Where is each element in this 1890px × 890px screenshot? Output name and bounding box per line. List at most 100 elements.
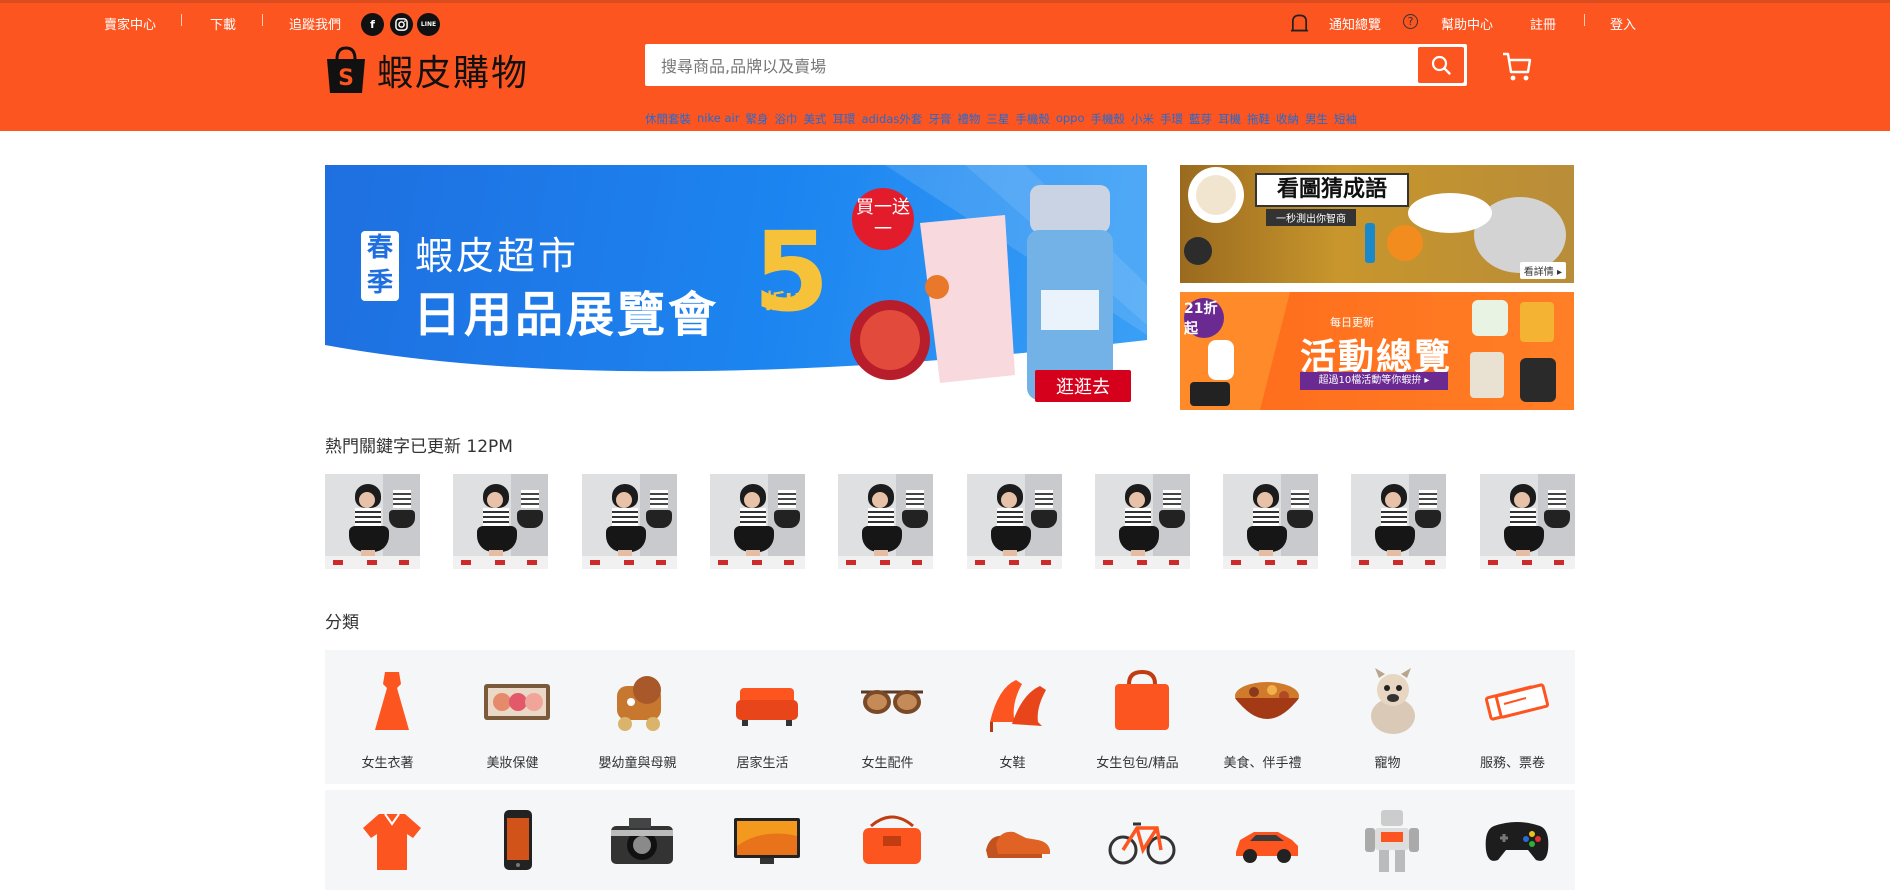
category-item[interactable]: 女生包包/精品: [1075, 650, 1200, 784]
keyword-thumbnail[interactable]: [453, 474, 549, 569]
category-label: 寵物: [1374, 756, 1401, 771]
side-banner-quiz[interactable]: 看圖猜成語 一秒測出你智商 看詳情 ▸: [1180, 165, 1574, 283]
category-item[interactable]: 美食、伴手禮: [1200, 650, 1325, 784]
hot-search-word[interactable]: 手機殼: [1015, 111, 1050, 127]
login-link[interactable]: 登入: [1610, 14, 1636, 33]
carousel-dot[interactable]: [719, 378, 755, 381]
events-discount-badge: 21折起: [1184, 298, 1224, 338]
category-item[interactable]: [1450, 790, 1575, 890]
category-item[interactable]: 寵物: [1325, 650, 1450, 784]
hot-search-word[interactable]: 男生: [1305, 111, 1328, 127]
side-banner-events[interactable]: 21折起 每日更新 活動總覽 超過10檔活動等你蝦拚 ▸: [1180, 292, 1574, 410]
cart-icon[interactable]: [1502, 51, 1532, 83]
notification-bell-icon[interactable]: [1290, 14, 1309, 32]
makeup-palette-icon: [484, 684, 550, 720]
hot-search-word[interactable]: 緊身: [745, 111, 768, 127]
follow-us-label: 追蹤我們: [289, 18, 342, 33]
quiz-banner-more-button[interactable]: 看詳情 ▸: [1519, 262, 1566, 279]
events-strip-link[interactable]: 超過10檔活動等你蝦拚 ▸: [1300, 372, 1448, 390]
hot-search-word[interactable]: 手環: [1160, 111, 1183, 127]
camera-icon: [611, 818, 673, 864]
seller-center-link[interactable]: 賣家中心: [104, 14, 156, 33]
hot-search-word[interactable]: 耳機: [1218, 111, 1241, 127]
quiz-banner-subtitle: 一秒測出你智商: [1266, 209, 1356, 226]
category-label: 女生衣著: [361, 756, 414, 771]
search-icon: [1431, 55, 1451, 75]
keyword-thumbnail[interactable]: [709, 474, 805, 569]
banner-subtitle: 蝦皮超市: [415, 234, 580, 278]
banner-title: 日用品展覽會: [413, 287, 720, 343]
category-item[interactable]: [1075, 790, 1200, 890]
hot-search-word[interactable]: 小米: [1131, 111, 1154, 127]
hot-search-word[interactable]: adidas外套: [861, 111, 922, 127]
category-item[interactable]: [700, 790, 825, 890]
divider: [181, 14, 182, 26]
keyword-thumbnail[interactable]: [581, 474, 677, 569]
search-input[interactable]: [659, 52, 1343, 80]
robot-toy-icon: [1365, 810, 1419, 872]
hot-search-word[interactable]: 禮物: [957, 111, 980, 127]
sofa-icon: [736, 688, 798, 726]
category-item[interactable]: [950, 790, 1075, 890]
hot-search-word[interactable]: 浴巾: [774, 111, 797, 127]
carousel-dot-active[interactable]: [761, 378, 797, 381]
register-link[interactable]: 註冊: [1530, 14, 1556, 33]
hot-search-word[interactable]: 拖鞋: [1247, 111, 1270, 127]
keyword-thumbnail[interactable]: [325, 474, 420, 569]
dog-icon: [1371, 668, 1415, 734]
category-item[interactable]: 女生配件: [825, 650, 950, 784]
facebook-icon[interactable]: f: [361, 13, 384, 36]
hot-search-word[interactable]: 耳環: [832, 111, 855, 127]
category-item[interactable]: 居家生活: [700, 650, 825, 784]
hot-search-word[interactable]: 牙膏: [928, 111, 951, 127]
hot-search-word[interactable]: 美式: [803, 111, 826, 127]
category-item[interactable]: [450, 790, 575, 890]
instagram-icon[interactable]: [390, 13, 413, 36]
site-header: 賣家中心 下載 追蹤我們 f LINE 通知總覽 ? 幫助中心 註冊 登入 S …: [0, 0, 1890, 131]
hot-search-word[interactable]: 收納: [1276, 111, 1299, 127]
game-controller-icon: [1485, 822, 1549, 861]
category-label: 女鞋: [999, 756, 1026, 771]
category-label: 女生配件: [861, 756, 914, 771]
keyword-thumbnail[interactable]: [1479, 474, 1575, 569]
category-item[interactable]: [825, 790, 950, 890]
keyword-thumbnail[interactable]: [1223, 474, 1319, 569]
line-icon[interactable]: LINE: [417, 13, 440, 36]
keyword-thumbnail[interactable]: [1094, 474, 1190, 569]
category-item[interactable]: 女鞋: [950, 650, 1075, 784]
bicycle-icon: [1108, 822, 1176, 865]
shopee-logo[interactable]: S 蝦皮購物: [324, 44, 529, 96]
category-label: 女生包包/精品: [1096, 756, 1179, 771]
download-link[interactable]: 下載: [210, 14, 236, 33]
hot-search-word[interactable]: 藍芽: [1189, 111, 1212, 127]
main-carousel-banner[interactable]: 春季 蝦皮超市 日用品展覽會 5 折UP 買一送一 逛逛去: [325, 165, 1147, 413]
hot-search-word[interactable]: 休閒套裝: [645, 111, 691, 127]
keyword-thumbnail[interactable]: [838, 474, 934, 569]
carousel-dot[interactable]: [677, 378, 713, 381]
hot-search-word[interactable]: oppo: [1056, 111, 1085, 127]
category-item[interactable]: 美妝保健: [450, 650, 575, 784]
hot-search-word[interactable]: 三星: [986, 111, 1009, 127]
category-item[interactable]: [325, 790, 450, 890]
category-item[interactable]: [1200, 790, 1325, 890]
keyword-thumbnail[interactable]: [966, 474, 1062, 569]
category-item[interactable]: [575, 790, 700, 890]
category-item[interactable]: 服務、票卷: [1450, 650, 1575, 784]
keyword-thumbnail[interactable]: [1351, 474, 1447, 569]
category-item[interactable]: 女生衣著: [325, 650, 450, 784]
help-center-link[interactable]: 幫助中心: [1441, 14, 1493, 33]
help-question-icon[interactable]: ?: [1403, 14, 1418, 29]
banner-cta-button[interactable]: 逛逛去: [1035, 370, 1131, 402]
banner-discount-suffix: 折UP: [765, 289, 816, 313]
search-button[interactable]: [1418, 47, 1464, 83]
hot-search-word[interactable]: 手機殼: [1091, 111, 1126, 127]
food-bowl-icon: [1235, 682, 1299, 719]
hot-search-word[interactable]: 短袖: [1334, 111, 1357, 127]
category-item[interactable]: 嬰幼童與母親: [575, 650, 700, 784]
sunglasses-icon: [861, 690, 923, 714]
search-bar: [645, 44, 1467, 86]
notifications-link[interactable]: 通知總覽: [1329, 14, 1381, 33]
category-item[interactable]: [1325, 790, 1450, 890]
hot-search-word[interactable]: nike air: [697, 111, 739, 127]
polo-shirt-icon: [363, 813, 421, 870]
